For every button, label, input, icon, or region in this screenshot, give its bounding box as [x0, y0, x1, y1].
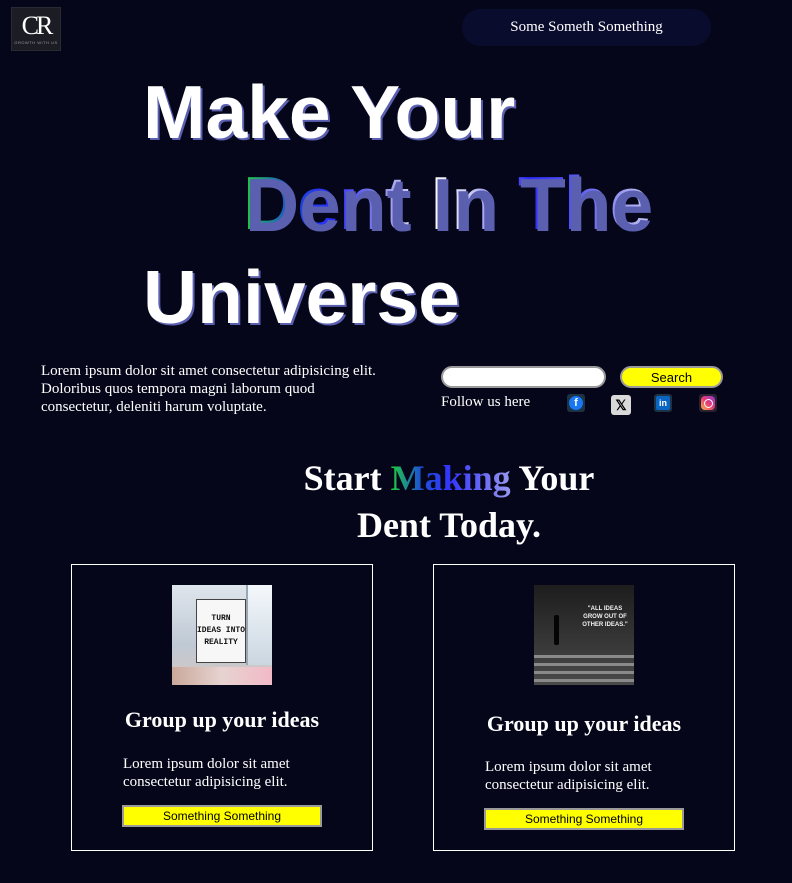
hero-line-3: Universe [143, 255, 460, 339]
card-image: "ALL IDEAS GROW OUT OF OTHER IDEAS." [534, 585, 634, 685]
search-input[interactable] [441, 366, 606, 388]
instagram-icon[interactable] [699, 394, 717, 412]
cta-heading-highlight: Making [390, 458, 511, 498]
card-body: Lorem ipsum dolor sit amet consectetur a… [485, 759, 652, 793]
hero-line-1: Make Your [143, 70, 516, 154]
logo-tagline: GROWTH WITH US [14, 39, 58, 45]
card-button[interactable]: Something Something [122, 805, 322, 827]
card-button[interactable]: Something Something [484, 808, 684, 830]
card-title: Group up your ideas [486, 711, 682, 736]
logo[interactable]: CR GROWTH WITH US [11, 7, 61, 51]
intro-text: Lorem ipsum dolor sit amet consectetur a… [41, 363, 376, 415]
cta-heading: Start Making Your Dent Today. [0, 455, 792, 549]
logo-mark: CR [21, 10, 54, 40]
x-icon[interactable]: 𝕏 [611, 395, 631, 415]
cta-heading-pre: Start [303, 458, 391, 498]
search-button[interactable]: Search [620, 366, 723, 388]
card-title: Group up your ideas [124, 707, 320, 732]
hero-line-2: Dent In The [243, 161, 652, 245]
follow-label: Follow us here [441, 394, 531, 410]
feature-card: TURN IDEAS INTO REALITY Group up your id… [71, 564, 373, 851]
feature-card: "ALL IDEAS GROW OUT OF OTHER IDEAS." Gro… [433, 564, 735, 851]
linkedin-icon[interactable]: in [654, 394, 672, 412]
facebook-icon[interactable]: f [567, 394, 585, 412]
nav-pill-button[interactable]: Some Someth Something [462, 9, 711, 46]
card-image: TURN IDEAS INTO REALITY [172, 585, 272, 685]
card-body: Lorem ipsum dolor sit amet consectetur a… [123, 756, 290, 790]
